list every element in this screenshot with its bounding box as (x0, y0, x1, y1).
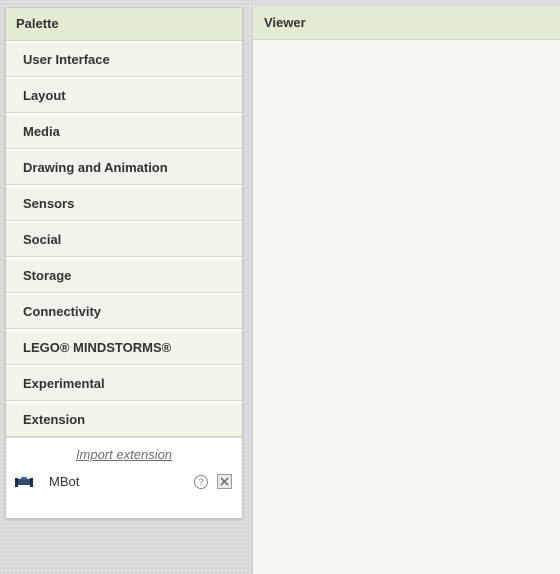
import-extension-link[interactable]: Import extension (6, 447, 242, 462)
category-layout[interactable]: Layout (6, 77, 242, 113)
category-lego-mindstorms[interactable]: LEGO® MINDSTORMS® (6, 329, 242, 365)
category-experimental[interactable]: Experimental (6, 365, 242, 401)
extension-drawer: Import extension MBot ? (6, 437, 242, 518)
mbot-robot-icon (15, 477, 33, 487)
category-sensors[interactable]: Sensors (6, 185, 242, 221)
category-user-interface[interactable]: User Interface (6, 41, 242, 77)
category-extension[interactable]: Extension (6, 401, 242, 437)
category-drawing-and-animation[interactable]: Drawing and Animation (6, 149, 242, 185)
extension-item-label: MBot (49, 474, 80, 489)
help-icon[interactable]: ? (194, 475, 208, 489)
palette-panel: Palette User Interface Layout Media Draw… (5, 7, 243, 519)
viewer-header: Viewer (253, 7, 560, 40)
palette-category-list: User Interface Layout Media Drawing and … (6, 41, 242, 437)
category-media[interactable]: Media (6, 113, 242, 149)
palette-header: Palette (6, 8, 242, 41)
category-social[interactable]: Social (6, 221, 242, 257)
category-storage[interactable]: Storage (6, 257, 242, 293)
viewer-panel: Viewer (252, 7, 560, 574)
extension-item-mbot[interactable]: MBot ? (6, 471, 242, 495)
category-connectivity[interactable]: Connectivity (6, 293, 242, 329)
delete-icon[interactable] (217, 474, 232, 489)
